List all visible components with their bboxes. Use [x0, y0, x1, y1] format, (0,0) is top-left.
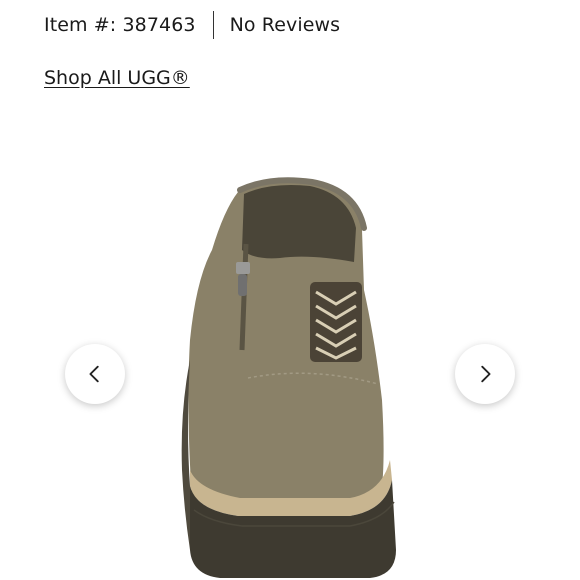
product-meta: Item #: 387463 No Reviews — [44, 11, 340, 39]
item-number: Item #: 387463 — [44, 14, 196, 36]
previous-image-button[interactable] — [65, 344, 125, 404]
next-image-button[interactable] — [455, 344, 515, 404]
chevron-left-icon — [89, 365, 99, 383]
meta-divider — [212, 11, 214, 39]
reviews-link[interactable]: No Reviews — [230, 14, 341, 36]
product-image[interactable] — [150, 170, 430, 580]
product-page: Item #: 387463 No Reviews Shop All UGG® — [0, 0, 580, 580]
chevron-right-icon — [481, 365, 491, 383]
shop-all-brand-link[interactable]: Shop All UGG® — [44, 67, 190, 89]
